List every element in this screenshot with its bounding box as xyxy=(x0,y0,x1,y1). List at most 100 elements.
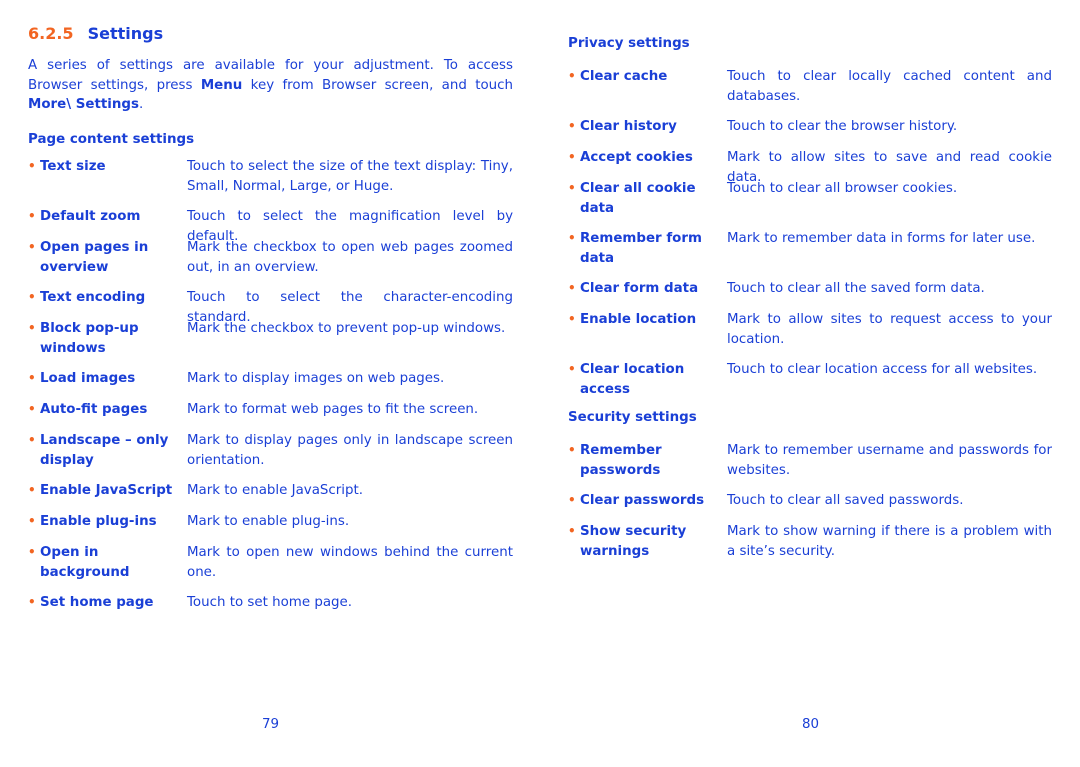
section-heading: 6.2.5 Settings xyxy=(28,24,163,43)
setting-label: Enable JavaScript xyxy=(40,483,173,498)
setting-item: • Remember form data Mark to remember dat… xyxy=(568,229,1052,268)
setting-item: • Enable location Mark to allow sites to … xyxy=(568,310,1052,349)
setting-description: Mark to enable plug-ins. xyxy=(187,514,350,529)
setting-item: • Show security warnings Mark to show war… xyxy=(568,522,1052,561)
bullet-icon: • xyxy=(28,209,36,223)
bullet-icon: • xyxy=(568,69,576,83)
setting-description: Mark the checkbox to prevent pop-up wind… xyxy=(187,321,506,336)
more-settings-keyword: More\ Settings xyxy=(28,97,139,112)
page-number: 79 xyxy=(262,717,280,732)
section-number: 6.2.5 xyxy=(28,24,74,43)
setting-label: Remember passwords xyxy=(580,443,662,478)
setting-label: Landscape – only display xyxy=(40,433,169,468)
setting-label: Clear history xyxy=(580,119,677,134)
bullet-icon: • xyxy=(28,545,36,559)
setting-label: Auto-fit pages xyxy=(40,402,148,417)
left-page: 6.2.5 Settings A series of settings are a… xyxy=(28,0,513,767)
setting-item: • Remember passwords Mark to remember use… xyxy=(568,441,1052,480)
setting-description: Touch to set home page. xyxy=(187,595,353,610)
security-settings-title: Security settings xyxy=(568,410,697,425)
setting-item: • Clear location access Touch to clear lo… xyxy=(568,360,1052,399)
privacy-settings-title: Privacy settings xyxy=(568,36,690,51)
bullet-icon: • xyxy=(28,321,36,335)
setting-label: Load images xyxy=(40,371,136,386)
setting-label: Clear passwords xyxy=(580,493,705,508)
bullet-icon: • xyxy=(28,159,36,173)
setting-description: Mark to format web pages to fit the scre… xyxy=(187,402,479,417)
setting-description: Touch to clear the browser history. xyxy=(727,119,958,134)
menu-keyword: Menu xyxy=(200,77,243,93)
setting-item: • Auto-fit pages Mark to format web pages… xyxy=(28,400,513,420)
setting-description: Touch to clear location access for all w… xyxy=(727,362,1038,377)
bullet-icon: • xyxy=(568,312,576,326)
bullet-icon: • xyxy=(568,231,576,245)
setting-item: • Enable plug-ins Mark to enable plug-ins… xyxy=(28,512,513,532)
setting-item: • Block pop-up windows Mark the checkbox … xyxy=(28,319,513,358)
bullet-icon: • xyxy=(568,181,576,195)
right-page: Privacy settings • Clear cache Touch to c… xyxy=(568,0,1052,767)
bullet-icon: • xyxy=(28,433,36,447)
setting-description: Mark the checkbox to open web pages zoom… xyxy=(187,240,513,275)
intro-text: key from Browser screen, and touch xyxy=(242,77,513,93)
setting-description: Touch to clear locally cached content an… xyxy=(727,69,1052,104)
bullet-icon: • xyxy=(568,524,576,538)
bullet-icon: • xyxy=(28,595,36,609)
setting-description: Mark to open new windows behind the curr… xyxy=(187,545,513,580)
bullet-icon: • xyxy=(568,443,576,457)
setting-item: • Clear all cookie data Touch to clear al… xyxy=(568,179,1052,218)
setting-label: Enable plug-ins xyxy=(40,514,157,529)
setting-description: Mark to remember username and passwords … xyxy=(727,443,1052,478)
bullet-icon: • xyxy=(28,483,36,497)
setting-label: Remember form data xyxy=(580,231,702,266)
setting-label: Text size xyxy=(40,159,106,174)
setting-description: Mark to allow sites to request access to… xyxy=(727,312,1052,347)
setting-item: • Load images Mark to display images on w… xyxy=(28,369,513,389)
page-number: 80 xyxy=(802,717,820,732)
intro-text: . xyxy=(138,97,144,112)
setting-label: Show security warnings xyxy=(580,524,687,559)
setting-item: • Clear cache Touch to clear locally cach… xyxy=(568,67,1052,106)
bullet-icon: • xyxy=(568,281,576,295)
bullet-icon: • xyxy=(28,290,36,304)
setting-item: • Set home page Touch to set home page. xyxy=(28,593,513,613)
setting-label: Clear form data xyxy=(580,281,699,296)
setting-label: Clear all cookie data xyxy=(580,181,696,216)
bullet-icon: • xyxy=(28,240,36,254)
setting-label: Clear cache xyxy=(580,69,668,84)
setting-description: Touch to clear all browser cookies. xyxy=(727,181,958,196)
setting-description: Mark to remember data in forms for later… xyxy=(727,231,1036,246)
setting-label: Default zoom xyxy=(40,209,141,224)
setting-label: Block pop-up windows xyxy=(40,321,139,356)
bullet-icon: • xyxy=(568,493,576,507)
bullet-icon: • xyxy=(28,514,36,528)
intro-paragraph: A series of settings are available for y… xyxy=(28,56,513,115)
setting-description: Mark to show warning if there is a probl… xyxy=(727,524,1052,559)
setting-label: Clear location access xyxy=(580,362,685,397)
bullet-icon: • xyxy=(568,119,576,133)
setting-item: • Enable JavaScript Mark to enable JavaSc… xyxy=(28,481,513,501)
setting-label: Enable location xyxy=(580,312,697,327)
setting-description: Touch to clear all the saved form data. xyxy=(727,281,985,296)
page-content-settings-title: Page content settings xyxy=(28,132,195,147)
setting-item: • Open pages in overview Mark the checkbo… xyxy=(28,238,513,277)
setting-item: • Text size Touch to select the size of t… xyxy=(28,157,513,196)
setting-description: Mark to enable JavaScript. xyxy=(187,483,364,498)
setting-item: • Landscape – only display Mark to displa… xyxy=(28,431,513,470)
bullet-icon: • xyxy=(568,362,576,376)
setting-label: Accept cookies xyxy=(580,150,693,165)
setting-item: • Open in background Mark to open new win… xyxy=(28,543,513,582)
bullet-icon: • xyxy=(568,150,576,164)
bullet-icon: • xyxy=(28,402,36,416)
setting-item: • Clear history Touch to clear the browse… xyxy=(568,117,1052,137)
setting-description: Touch to select the size of the text dis… xyxy=(187,159,513,194)
setting-description: Mark to display images on web pages. xyxy=(187,371,445,386)
setting-label: Text encoding xyxy=(40,290,146,305)
setting-label: Open pages in overview xyxy=(40,240,149,275)
setting-description: Touch to clear all saved passwords. xyxy=(727,493,964,508)
setting-item: • Clear form data Touch to clear all the … xyxy=(568,279,1052,299)
setting-label: Open in background xyxy=(40,545,130,580)
bullet-icon: • xyxy=(28,371,36,385)
setting-item: • Clear passwords Touch to clear all save… xyxy=(568,491,1052,511)
setting-description: Mark to display pages only in landscape … xyxy=(187,433,513,468)
section-title: Settings xyxy=(87,24,164,43)
